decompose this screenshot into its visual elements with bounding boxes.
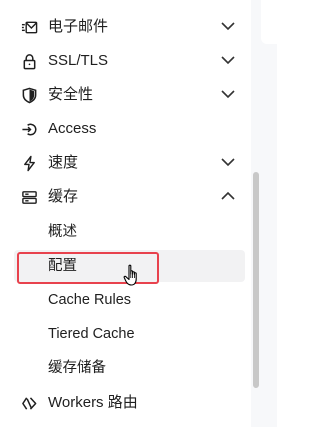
sidebar-item-workers-routes[interactable]: Workers 路由 [0,386,251,420]
sidebar-item-label: 安全性 [48,86,94,103]
submenu-item-label: 概述 [48,224,77,240]
workers-icon [20,394,38,412]
lock-icon [20,52,38,70]
chevron-down-icon [220,86,238,104]
sidebar-item-label: 电子邮件 [48,18,109,35]
email-routing-icon [20,18,38,36]
sidebar-item-label: SSL/TLS [48,52,109,69]
submenu-item-label: Tiered Cache [48,326,135,342]
sidebar-item-label: Workers 路由 [48,394,138,411]
submenu-item-overview[interactable]: 概述 [14,216,245,248]
sidebar-item-access[interactable]: Access [0,112,251,146]
top-edge [0,0,251,6]
chevron-down-icon [220,52,238,70]
sidebar-item-ssl-tls[interactable]: SSL/TLS [0,44,251,78]
submenu-item-tiered-cache[interactable]: Tiered Cache [14,318,245,350]
shield-icon [20,86,38,104]
cache-drive-icon [20,188,38,206]
submenu-item-label: Cache Rules [48,292,132,308]
submenu-item-label: 缓存储备 [48,360,106,376]
access-login-icon [20,120,38,138]
chevron-down-icon [220,154,238,172]
sidebar-item-security[interactable]: 安全性 [0,78,251,112]
scrollbar-thumb[interactable] [253,172,259,388]
lightning-icon [20,154,38,172]
chevron-down-icon [220,18,238,36]
sidebar-item-label: Access [48,120,97,137]
sidebar-item-speed[interactable]: 速度 [0,146,251,180]
sidebar-item-cache[interactable]: 缓存 [0,180,251,214]
chevron-up-icon [220,188,238,206]
sidebar-item-label: 缓存 [48,188,79,205]
sidebar-item-email[interactable]: 电子邮件 [0,10,251,44]
sidebar: 电子邮件 SSL/TLS 安全性 Access 速度 缓存 概述 配置 Cach… [0,0,251,427]
submenu-item-cache-reserve[interactable]: 缓存储备 [14,352,245,384]
sidebar-item-label: 速度 [48,154,79,171]
hand-pointer-cursor-icon [123,264,137,286]
